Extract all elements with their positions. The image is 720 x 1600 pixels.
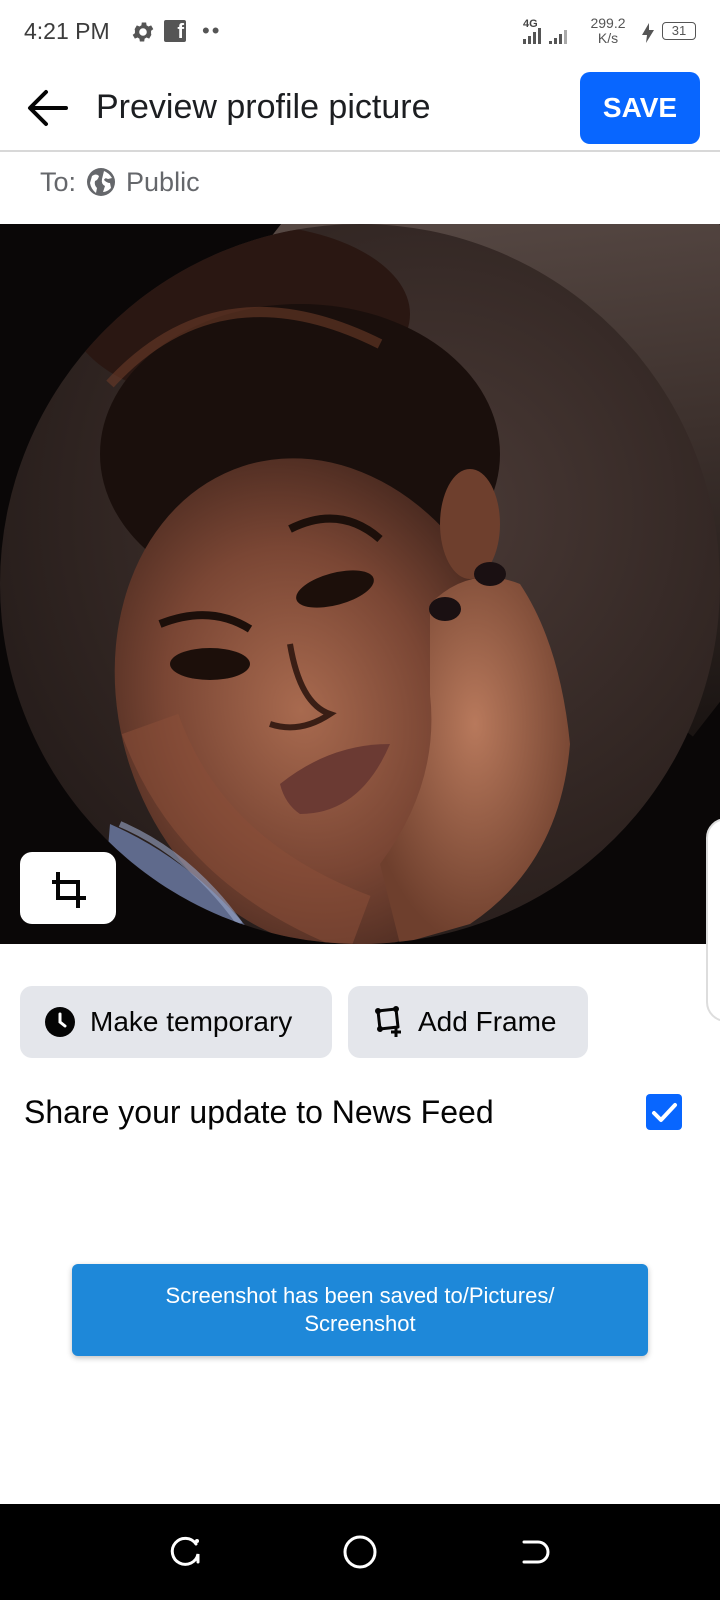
speed-unit: K/s xyxy=(597,30,619,46)
charging-icon xyxy=(642,23,654,43)
save-button[interactable]: SAVE xyxy=(580,72,700,144)
toast-line-2: Screenshot xyxy=(304,1311,416,1336)
system-nav-bar xyxy=(0,1504,720,1600)
share-to-news-feed-checkbox[interactable] xyxy=(646,1094,682,1130)
make-temporary-label: Make temporary xyxy=(90,1006,293,1037)
audience-value: Public xyxy=(126,166,200,197)
profile-photo-crop-circle[interactable] xyxy=(0,224,720,944)
share-to-news-feed-label: Share your update to News Feed xyxy=(24,1094,494,1130)
header-divider xyxy=(0,150,720,152)
toast-line-1: Screenshot has been saved to/Pictures/ xyxy=(165,1283,555,1308)
profile-photo xyxy=(70,224,570,944)
side-drawer-handle[interactable] xyxy=(706,818,720,1022)
recent-apps-icon[interactable] xyxy=(166,1532,206,1572)
page-title: Preview profile picture xyxy=(96,88,431,126)
crop-icon xyxy=(52,872,86,908)
audience-selector[interactable]: To: Public xyxy=(40,162,200,202)
dots-icon: •• xyxy=(202,18,222,43)
battery-icon: 31 xyxy=(662,22,696,40)
frame-icon xyxy=(375,1006,401,1037)
add-frame-button[interactable]: Add Frame xyxy=(348,986,588,1058)
signal-icon xyxy=(523,28,541,44)
crop-button[interactable] xyxy=(20,852,116,924)
status-bar: 4:21 PM f •• 4G 299.2 K/s 31 xyxy=(0,0,720,64)
facebook-icon: f xyxy=(164,20,186,43)
globe-icon xyxy=(87,168,116,196)
screenshot-saved-toast: Screenshot has been saved to/Pictures/ S… xyxy=(72,1264,648,1356)
clock-icon xyxy=(45,1007,75,1037)
speed-value: 299.2 xyxy=(590,15,626,31)
make-temporary-button[interactable]: Make temporary xyxy=(20,986,332,1058)
home-icon[interactable] xyxy=(340,1532,380,1572)
gear-icon xyxy=(132,22,154,42)
add-frame-label: Add Frame xyxy=(418,1006,557,1037)
checkmark-icon xyxy=(652,1103,677,1122)
photo-preview[interactable] xyxy=(0,224,720,944)
status-time: 4:21 PM xyxy=(24,18,110,44)
audience-prefix: To: xyxy=(40,166,77,197)
network-speed: 299.2 K/s xyxy=(588,16,628,46)
back-nav-icon[interactable] xyxy=(514,1532,554,1572)
signal-icon xyxy=(549,30,567,44)
back-arrow-icon[interactable] xyxy=(24,86,72,130)
